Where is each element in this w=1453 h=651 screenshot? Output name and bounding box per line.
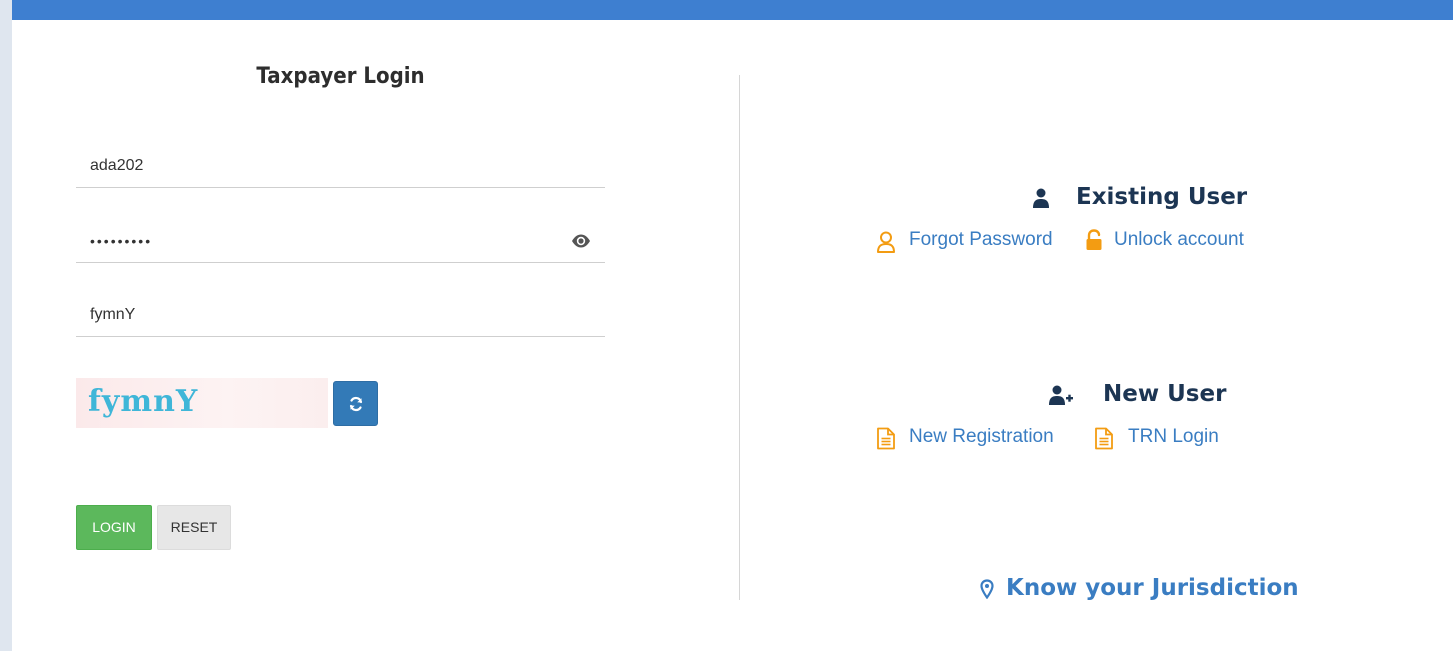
unlock-icon [1086,229,1102,250]
trn-login-link[interactable]: TRN Login [1094,426,1234,452]
login-title: Taxpayer Login [256,64,425,89]
pane-divider [739,75,740,600]
captcha-image-text: fymnY [88,384,199,419]
new-user-heading-text: New User [1103,381,1227,407]
captcha-input[interactable] [90,302,560,328]
reset-button[interactable]: RESET [157,505,231,550]
map-marker-icon [980,579,994,599]
captcha-refresh-button[interactable] [333,381,378,426]
new-registration-link[interactable]: New Registration [876,426,1076,452]
forgot-password-link[interactable]: Forgot Password [876,229,1066,255]
document-icon [1095,427,1113,450]
password-field[interactable] [76,220,605,263]
captcha-field[interactable] [76,294,605,337]
username-input[interactable] [90,153,560,179]
top-accent-bar [12,0,1453,20]
eye-icon[interactable] [571,233,591,249]
unlock-account-label[interactable]: Unlock account [1114,229,1244,251]
username-field[interactable] [76,145,605,188]
password-input[interactable] [90,228,560,254]
login-card: Taxpayer Login fymnY [12,0,1453,651]
user-icon [1033,188,1049,208]
existing-user-heading-text: Existing User [1076,184,1248,210]
trn-login-label[interactable]: TRN Login [1128,426,1219,448]
left-margin-strip [0,0,12,651]
new-registration-label[interactable]: New Registration [909,426,1054,448]
know-your-jurisdiction-label[interactable]: Know your Jurisdiction [1006,575,1299,601]
existing-user-heading: Existing User [1032,184,1272,214]
refresh-icon [349,396,363,412]
captcha-image: fymnY [76,378,328,428]
document-icon [877,427,895,450]
forgot-password-label[interactable]: Forgot Password [909,229,1053,251]
unlock-account-link[interactable]: Unlock account [1085,229,1265,255]
user-outline-icon [877,231,895,253]
new-user-heading: New User [1049,381,1249,411]
user-plus-icon [1049,385,1073,405]
page: Taxpayer Login fymnY [0,0,1453,651]
login-button[interactable]: LOGIN [76,505,152,550]
